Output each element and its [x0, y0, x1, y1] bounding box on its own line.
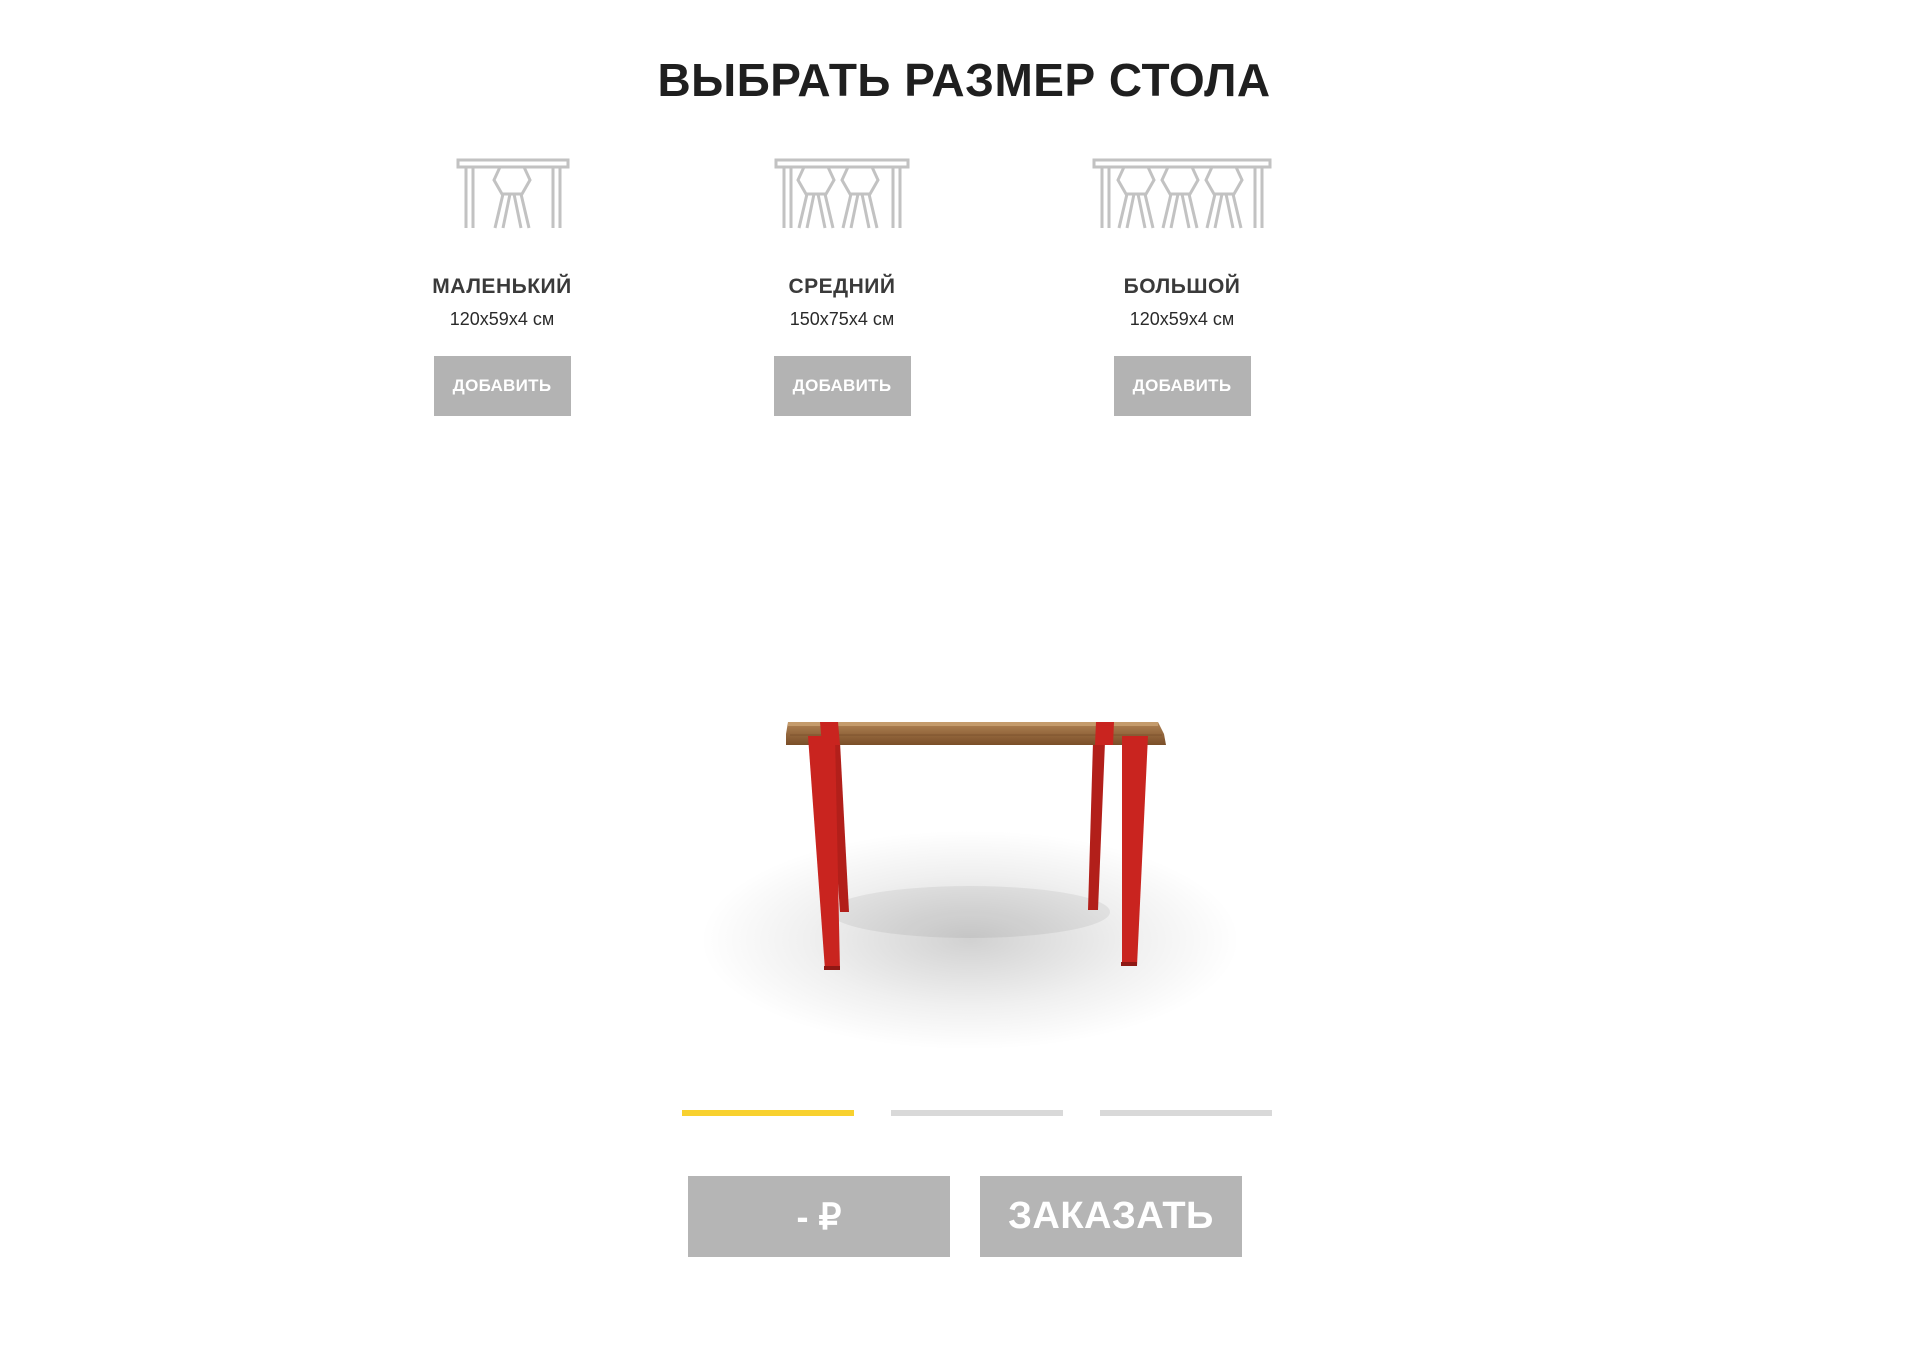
slider-indicator-3[interactable]	[1100, 1110, 1272, 1116]
order-button[interactable]: ЗАКАЗАТЬ	[980, 1176, 1242, 1257]
table-product-image	[700, 722, 1240, 1050]
add-small-button[interactable]: ДОБАВИТЬ	[433, 356, 571, 416]
slider-indicator-2[interactable]	[891, 1110, 1063, 1116]
price-display: - ₽	[688, 1176, 950, 1257]
size-dimensions: 120x59x4 см	[1129, 309, 1235, 329]
slider-indicator-1[interactable]	[682, 1110, 854, 1116]
page-title: ВЫБРАТЬ РАЗМЕР СТОЛА	[657, 54, 1271, 106]
size-option-small: МАЛЕНЬКИЙ 120x59x4 см ДОБАВИТЬ	[382, 150, 622, 416]
size-option-medium: СРЕДНИЙ 150x75x4 см ДОБАВИТЬ	[722, 150, 962, 416]
table-two-chairs-icon	[774, 158, 910, 229]
table-three-chairs-icon	[1092, 158, 1272, 229]
add-large-button[interactable]: ДОБАВИТЬ	[1113, 356, 1251, 416]
size-name: БОЛЬШОЙ	[1123, 275, 1241, 298]
size-name: МАЛЕНЬКИЙ	[432, 275, 572, 298]
size-dimensions: 120x59x4 см	[449, 309, 555, 329]
table-one-chair-icon	[456, 158, 570, 229]
size-dimensions: 150x75x4 см	[789, 309, 895, 329]
size-option-large: БОЛЬШОЙ 120x59x4 см ДОБАВИТЬ	[1062, 150, 1302, 416]
add-medium-button[interactable]: ДОБАВИТЬ	[773, 356, 911, 416]
size-name: СРЕДНИЙ	[788, 275, 896, 298]
